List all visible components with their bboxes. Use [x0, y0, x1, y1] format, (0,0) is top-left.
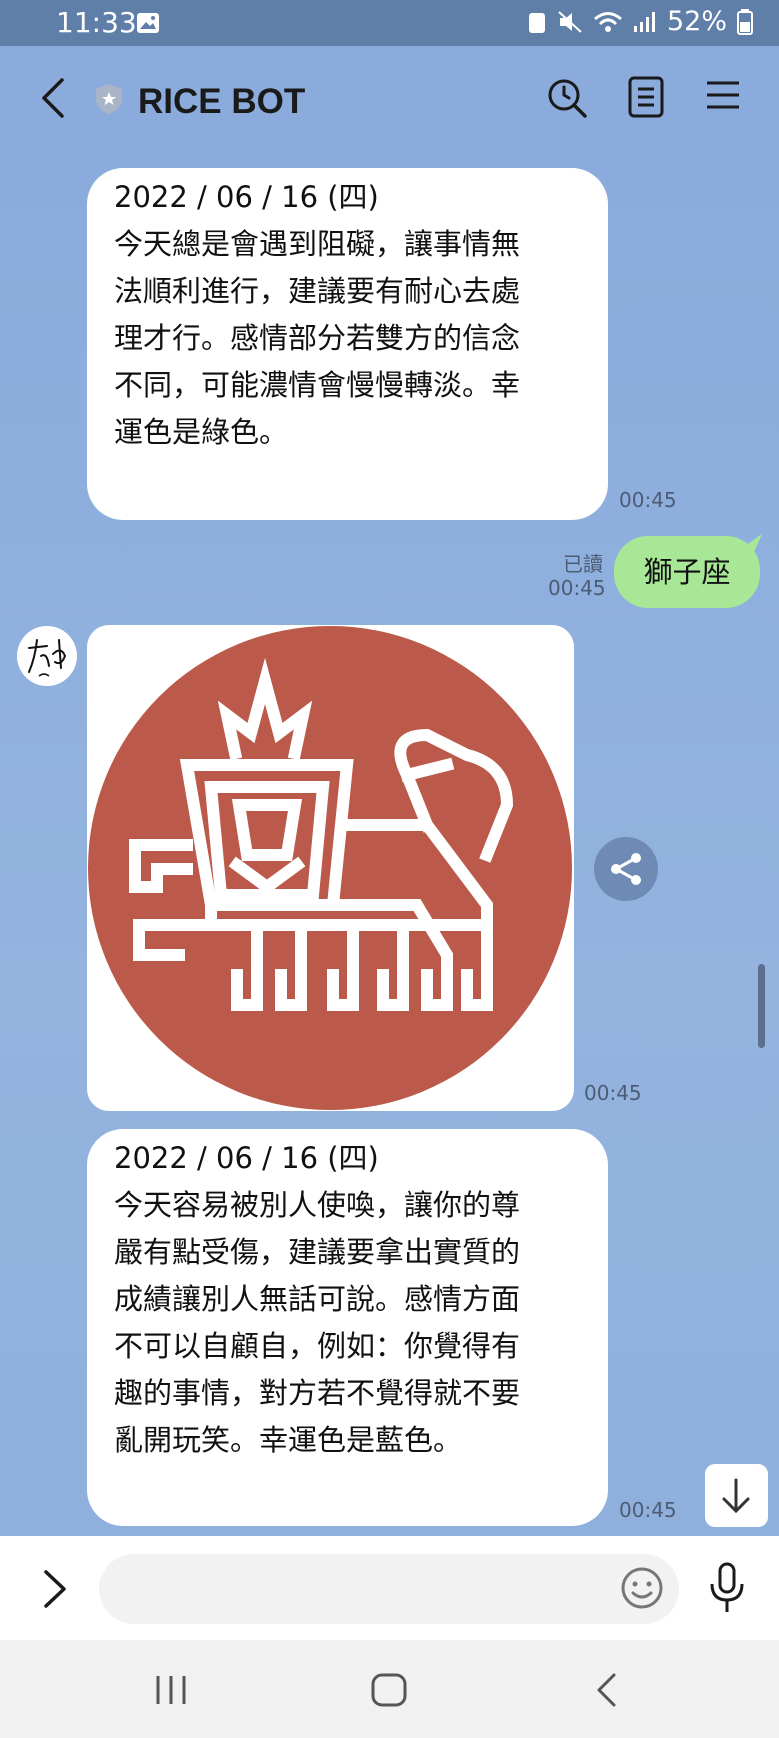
chat-area[interactable]: 2022 / 06 / 16 (四) 今天總是會遇到阻礙，讓事情無 法順利進行，… — [0, 158, 779, 1536]
message-time: 00:45 — [548, 576, 606, 600]
message-input[interactable] — [99, 1554, 679, 1624]
read-receipt: 已讀 — [563, 552, 603, 576]
status-right-group: 52% — [527, 6, 753, 37]
chat-header: RICE BOT — [0, 46, 779, 158]
shield-badge-icon — [96, 84, 122, 114]
notes-icon[interactable] — [628, 76, 664, 118]
menu-icon[interactable] — [706, 80, 740, 110]
home-icon[interactable] — [370, 1672, 408, 1708]
scrollbar-thumb[interactable] — [758, 964, 765, 1048]
bot-message-bubble[interactable]: 2022 / 06 / 16 (四) 今天容易被別人使喚，讓你的尊 嚴有點受傷，… — [87, 1129, 608, 1526]
leo-zodiac-icon — [88, 626, 572, 1110]
emoji-icon[interactable] — [620, 1566, 664, 1610]
back-chevron-icon[interactable] — [38, 76, 68, 120]
arrow-down-icon — [722, 1478, 750, 1514]
battery-percent: 52% — [666, 6, 727, 37]
message-time: 00:45 — [619, 488, 677, 512]
status-bar: 11:33 52% — [0, 0, 779, 46]
message-time: 00:45 — [584, 1081, 642, 1105]
mute-icon — [558, 10, 582, 33]
share-icon — [611, 853, 641, 885]
message-time: 00:45 — [619, 1498, 677, 1522]
search-icon[interactable] — [547, 78, 589, 120]
back-nav-icon[interactable] — [594, 1672, 618, 1708]
message-input-bar — [0, 1536, 779, 1640]
recycle-icon — [528, 12, 545, 33]
message-date: 2022 / 06 / 16 (四) — [114, 1141, 379, 1175]
user-message-bubble[interactable]: 獅子座 — [614, 536, 760, 608]
system-nav-bar — [0, 1640, 779, 1738]
status-time: 11:33 — [56, 6, 137, 39]
bot-message-bubble[interactable]: 2022 / 06 / 16 (四) 今天總是會遇到阻礙，讓事情無 法順利進行，… — [87, 168, 608, 520]
microphone-icon[interactable] — [708, 1562, 746, 1614]
wifi-icon — [594, 11, 622, 32]
chat-title: RICE BOT — [138, 82, 306, 121]
message-date: 2022 / 06 / 16 (四) — [114, 180, 379, 214]
expand-chevron-icon[interactable] — [40, 1568, 68, 1610]
message-text: 獅子座 — [643, 555, 731, 589]
message-text: 今天總是會遇到阻礙，讓事情無 法順利進行，建議要有耐心去處 理才行。感情部分若雙… — [114, 227, 521, 449]
bubble-tail — [742, 534, 762, 552]
image-message[interactable] — [87, 625, 574, 1111]
recent-apps-icon[interactable] — [154, 1674, 188, 1706]
scroll-to-bottom-button[interactable] — [705, 1464, 768, 1527]
share-button[interactable] — [594, 837, 658, 901]
message-text: 今天容易被別人使喚，讓你的尊 嚴有點受傷，建議要拿出實質的 成績讓別人無話可說。… — [114, 1188, 521, 1457]
battery-icon — [737, 8, 753, 35]
gallery-icon — [137, 13, 159, 33]
avatar-handwriting-icon — [28, 639, 67, 677]
avatar[interactable] — [17, 626, 77, 686]
signal-icon — [633, 11, 655, 32]
